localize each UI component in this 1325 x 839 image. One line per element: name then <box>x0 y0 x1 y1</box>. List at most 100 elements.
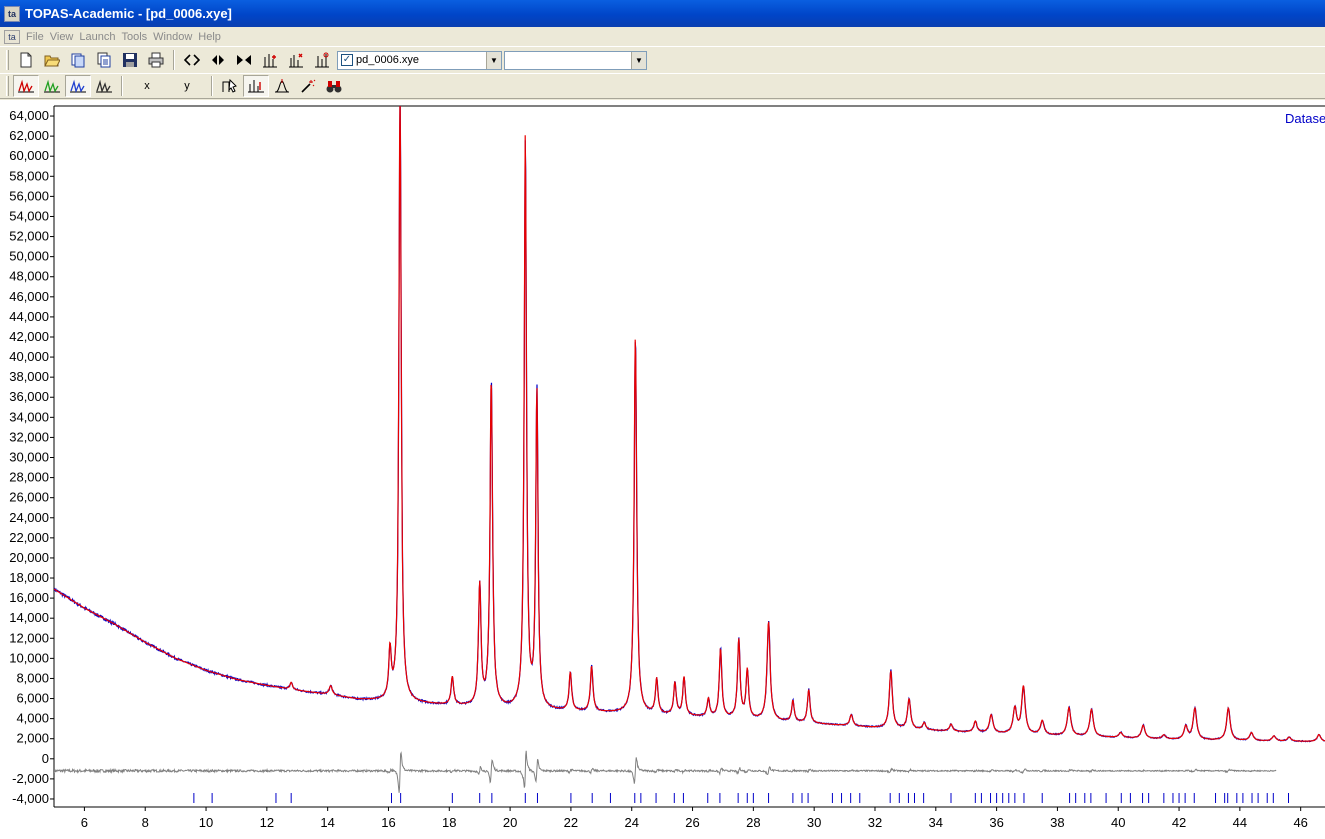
y-tick-label: 0 <box>42 751 49 766</box>
mdi-child-icon[interactable]: ta <box>4 29 20 44</box>
difference-curve <box>54 750 1277 793</box>
y-tick-label: 24,000 <box>9 510 49 525</box>
legend-label: Datase <box>1285 111 1325 126</box>
app-icon: ta <box>4 5 20 22</box>
toolbar-grip[interactable] <box>6 50 9 70</box>
y-tick-label: 18,000 <box>9 570 49 585</box>
y-tick-label: 54,000 <box>9 208 49 223</box>
diffraction-plot[interactable]: -4,000 -2,000 0 2,000 4,000 6,000 8,000 10,000 1… <box>0 100 1325 839</box>
y-tick-label: -4,000 <box>12 791 49 806</box>
pattern-blue-icon[interactable] <box>65 75 91 97</box>
zoom-out-icon[interactable] <box>231 49 257 71</box>
y-tick-label: 40,000 <box>9 349 49 364</box>
y-tick-label: 8,000 <box>16 670 49 685</box>
observed-curve <box>54 106 1325 743</box>
x-tick-label: 22 <box>564 815 578 830</box>
zoom-horizontal-icon[interactable] <box>179 49 205 71</box>
y-tick-label: 32,000 <box>9 429 49 444</box>
y-tick-label: 60,000 <box>9 148 49 163</box>
x-tick-label: 42 <box>1172 815 1186 830</box>
secondary-combo[interactable]: ▼ <box>504 50 647 70</box>
toolbar-separator <box>173 50 175 70</box>
x-tick-label: 46 <box>1293 815 1307 830</box>
magic-wand-icon[interactable] <box>295 75 321 97</box>
peak-add-icon[interactable] <box>257 49 283 71</box>
y-tick-label: 36,000 <box>9 389 49 404</box>
y-tick-label: 6,000 <box>16 691 49 706</box>
new-file-icon[interactable] <box>13 49 39 71</box>
x-tick-label: 24 <box>624 815 638 830</box>
x-tick-label: 32 <box>868 815 882 830</box>
title-bar: ta TOPAS-Academic - [pd_0006.xye] <box>0 0 1325 27</box>
zoom-in-icon[interactable] <box>205 49 231 71</box>
open-inp-icon[interactable] <box>65 49 91 71</box>
plot-area[interactable]: -4,000 -2,000 0 2,000 4,000 6,000 8,000 10,000 1… <box>0 100 1325 839</box>
menu-window[interactable]: Window <box>153 31 198 43</box>
pattern-red-icon[interactable] <box>13 75 39 97</box>
y-tick-label: 26,000 <box>9 490 49 505</box>
window-title: TOPAS-Academic - [pd_0006.xye] <box>25 6 232 21</box>
y-tick-label: 56,000 <box>9 188 49 203</box>
y-tick-label: 14,000 <box>9 610 49 625</box>
dataset-checkbox-icon[interactable]: ✓ <box>341 54 353 66</box>
calculated-curve <box>54 106 1325 742</box>
menu-launch[interactable]: Launch <box>79 31 121 43</box>
x-tick-label: 40 <box>1111 815 1125 830</box>
plot-toolbar: x y <box>0 73 1325 99</box>
y-tick-label: 48,000 <box>9 269 49 284</box>
chevron-down-icon[interactable]: ▼ <box>486 51 501 69</box>
x-tick-label: 14 <box>320 815 334 830</box>
x-tick-label: 18 <box>442 815 456 830</box>
x-tick-label: 44 <box>1233 815 1247 830</box>
menu-help[interactable]: Help <box>198 31 227 43</box>
cursor-y-readout: y <box>184 80 190 92</box>
pattern-black-icon[interactable] <box>91 75 117 97</box>
x-tick-label: 34 <box>929 815 943 830</box>
peak-marker-icon[interactable] <box>243 75 269 97</box>
open-folder-icon[interactable] <box>39 49 65 71</box>
chevron-down-icon[interactable]: ▼ <box>631 51 646 69</box>
y-tick-label: 12,000 <box>9 630 49 645</box>
x-tick-label: 16 <box>381 815 395 830</box>
y-tick-label: 58,000 <box>9 168 49 183</box>
menu-view[interactable]: View <box>50 31 80 43</box>
y-tick-label: -2,000 <box>12 771 49 786</box>
pattern-green-icon[interactable] <box>39 75 65 97</box>
y-tick-label: 22,000 <box>9 530 49 545</box>
menu-tools[interactable]: Tools <box>121 31 153 43</box>
peak-select-icon[interactable] <box>309 49 335 71</box>
y-tick-label: 34,000 <box>9 409 49 424</box>
toolbar-grip[interactable] <box>6 76 9 96</box>
menu-bar: ta File View Launch Tools Window Help <box>0 27 1325 46</box>
y-tick-label: 44,000 <box>9 309 49 324</box>
x-tick-label: 12 <box>260 815 274 830</box>
peak-fit-icon[interactable] <box>283 49 309 71</box>
y-tick-label: 28,000 <box>9 470 49 485</box>
y-tick-label: 30,000 <box>9 450 49 465</box>
y-tick-label: 50,000 <box>9 249 49 264</box>
x-tick-label: 38 <box>1050 815 1064 830</box>
cursor-tool-icon[interactable] <box>217 75 243 97</box>
y-tick-label: 2,000 <box>16 731 49 746</box>
main-toolbar: ✓ pd_0006.xye ▼ ▼ <box>0 46 1325 73</box>
menu-file[interactable]: File <box>26 31 50 43</box>
peak-single-icon[interactable] <box>269 75 295 97</box>
print-icon[interactable] <box>143 49 169 71</box>
dataset-combo[interactable]: ✓ pd_0006.xye ▼ <box>337 50 502 70</box>
x-tick-label: 6 <box>81 815 88 830</box>
x-tick-label: 30 <box>807 815 821 830</box>
x-tick-label: 36 <box>989 815 1003 830</box>
binoculars-icon[interactable] <box>321 75 347 97</box>
y-tick-label: 38,000 <box>9 369 49 384</box>
save-icon[interactable] <box>117 49 143 71</box>
y-tick-label: 64,000 <box>9 108 49 123</box>
copy-doc-icon[interactable] <box>91 49 117 71</box>
toolbar-separator <box>211 76 213 96</box>
y-tick-label: 4,000 <box>16 711 49 726</box>
y-tick-label: 62,000 <box>9 128 49 143</box>
y-tick-label: 46,000 <box>9 289 49 304</box>
y-tick-label: 42,000 <box>9 329 49 344</box>
x-tick-label: 10 <box>199 815 213 830</box>
x-tick-label: 28 <box>746 815 760 830</box>
x-tick-label: 26 <box>685 815 699 830</box>
